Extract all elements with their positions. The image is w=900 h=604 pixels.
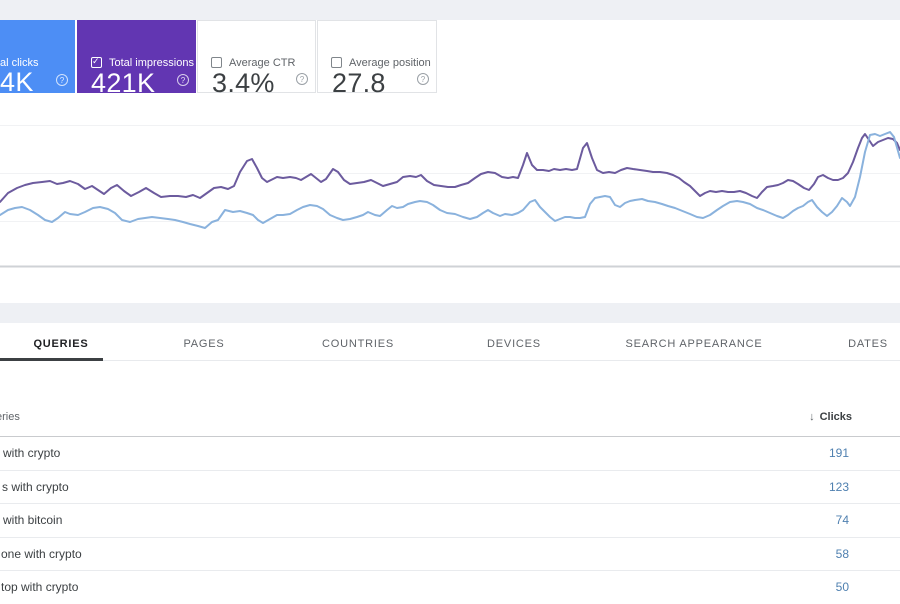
table-row[interactable]: s with crypto 123 [0, 471, 900, 505]
help-icon[interactable]: ? [177, 74, 189, 86]
total-impressions-value: 421K [91, 68, 156, 98]
table-row[interactable]: one with crypto 58 [0, 538, 900, 572]
clicks-value: 123 [828, 479, 849, 494]
query-text[interactable]: one with crypto [1, 538, 82, 571]
average-position-value: 27.8 [332, 68, 386, 98]
unchecked-checkbox-icon[interactable] [211, 57, 222, 68]
help-icon[interactable]: ? [296, 73, 308, 85]
query-text[interactable]: with crypto [3, 437, 60, 470]
tab-dates[interactable]: DATES [848, 338, 888, 350]
table-row[interactable]: with bitcoin 74 [0, 504, 900, 538]
metric-card-total-clicks[interactable]: al clicks 4K ? [0, 20, 75, 93]
active-tab-underline [0, 358, 103, 361]
queries-table: with crypto 191 s with crypto 123 with b… [0, 437, 900, 604]
page-background-strip [0, 0, 900, 20]
help-icon[interactable]: ? [417, 73, 429, 85]
checked-checkbox-icon[interactable] [91, 56, 102, 68]
top-queries-column-header: eries [0, 411, 20, 423]
tab-pages[interactable]: PAGES [183, 338, 224, 350]
metric-card-average-position[interactable]: Average position 27.8 ? [317, 20, 437, 98]
query-text[interactable]: s with crypto [2, 471, 69, 504]
clicks-column-header[interactable]: ↓ Clicks [809, 411, 852, 423]
card-gap-strip [0, 303, 900, 323]
table-row[interactable]: with crypto 191 [0, 437, 900, 471]
clicks-value: 58 [835, 546, 849, 561]
tab-countries[interactable]: COUNTRIES [322, 338, 394, 350]
clicks-value: 74 [835, 513, 849, 528]
clicks-value: 191 [828, 446, 849, 460]
tab-search-appearance[interactable]: SEARCH APPEARANCE [625, 338, 762, 350]
dimension-tabs: QUERIES PAGES COUNTRIES DEVICES SEARCH A… [0, 323, 900, 361]
total-clicks-value: 4K [0, 67, 34, 93]
tab-devices[interactable]: DEVICES [487, 338, 541, 350]
sort-descending-icon: ↓ [809, 411, 815, 423]
queries-table-header: eries ↓Clicks [0, 400, 900, 437]
metric-card-average-ctr[interactable]: Average CTR 3.4% ? [197, 20, 316, 98]
query-text[interactable]: top with crypto [1, 571, 78, 604]
metric-card-total-impressions[interactable]: Total impressions 421K ? [77, 20, 196, 98]
help-icon[interactable]: ? [56, 74, 68, 86]
tab-queries[interactable]: QUERIES [33, 338, 88, 350]
clicks-value: 50 [835, 580, 849, 595]
unchecked-checkbox-icon[interactable] [331, 57, 342, 68]
average-ctr-value: 3.4% [212, 68, 275, 98]
query-text[interactable]: with bitcoin [3, 504, 62, 537]
table-row[interactable]: top with crypto 50 [0, 571, 900, 604]
